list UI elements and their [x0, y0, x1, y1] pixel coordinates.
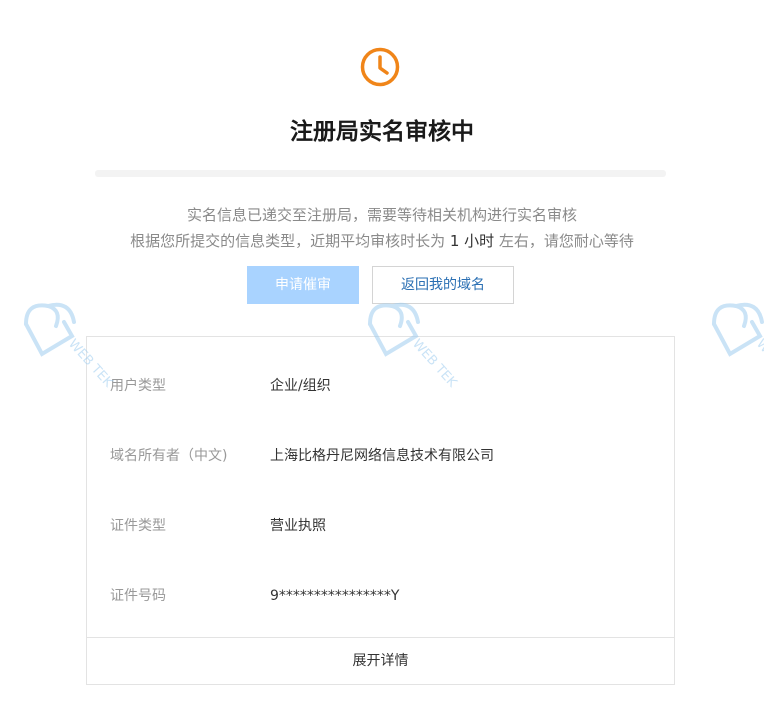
- description-line-2: 根据您所提交的信息类型，近期平均审核时长为 1 小时 左右，请您耐心等待: [0, 229, 764, 253]
- back-to-my-domains-button[interactable]: 返回我的域名: [372, 266, 514, 304]
- info-row-user-type: 用户类型 企业/组织: [87, 374, 674, 398]
- page-title: 注册局实名审核中: [290, 119, 474, 145]
- average-review-duration: 1 小时: [449, 232, 495, 250]
- info-row-certificate-number: 证件号码 9****************Y: [87, 584, 674, 608]
- info-row-label: 证件类型: [110, 518, 166, 534]
- info-row-value: 营业执照: [270, 518, 326, 534]
- description-line-1: 实名信息已递交至注册局，需要等待相关机构进行实名审核: [186, 206, 577, 224]
- divider: [95, 170, 666, 177]
- page: 注册局实名审核中 实名信息已递交至注册局，需要等待相关机构进行实名审核 根据您所…: [0, 0, 764, 707]
- info-row-domain-owner: 域名所有者（中文) 上海比格丹尼网络信息技术有限公司: [87, 444, 674, 468]
- description-line-2-suffix: 左右，请您耐心等待: [494, 232, 634, 250]
- expand-details-button[interactable]: 展开详情: [87, 637, 674, 684]
- urge-review-button[interactable]: 申请催审: [247, 266, 359, 304]
- info-row-label: 用户类型: [110, 378, 166, 394]
- info-row-value: 企业/组织: [270, 378, 331, 394]
- clock-icon: [360, 47, 400, 87]
- info-row-label: 域名所有者（中文): [110, 448, 228, 464]
- description-line-2-prefix: 根据您所提交的信息类型，近期平均审核时长为: [130, 232, 450, 250]
- info-row-value: 上海比格丹尼网络信息技术有限公司: [270, 448, 494, 464]
- info-row-certificate-type: 证件类型 营业执照: [87, 514, 674, 538]
- watermark-text: WEB TEK: [753, 337, 764, 391]
- registrant-info-card: 用户类型 企业/组织 域名所有者（中文) 上海比格丹尼网络信息技术有限公司 证件…: [86, 336, 675, 685]
- info-row-label: 证件号码: [110, 588, 166, 604]
- watermark-logo: WEB TEK: [712, 302, 764, 391]
- info-row-value: 9****************Y: [270, 588, 400, 604]
